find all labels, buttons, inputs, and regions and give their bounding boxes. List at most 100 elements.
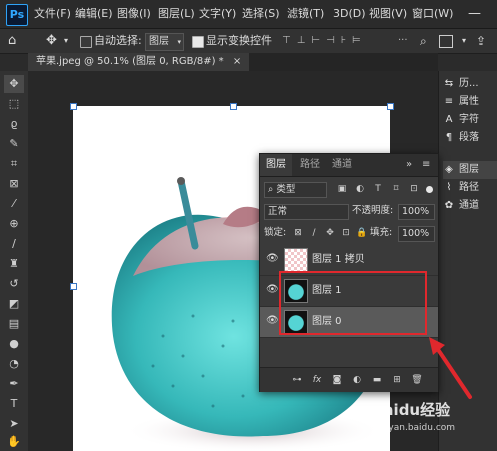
tab-paths[interactable]: 路径 <box>300 154 320 176</box>
crop-tool-icon[interactable]: ⌗ <box>4 155 24 173</box>
eraser-tool-icon[interactable]: ◩ <box>4 295 24 313</box>
opacity-input[interactable]: 100% <box>398 204 435 220</box>
eyedropper-icon[interactable]: ⁄ <box>4 195 24 213</box>
lock-position-icon[interactable]: ✥ <box>324 227 336 239</box>
watermark: Baidu经验 jingyan.baidu.com <box>372 395 492 445</box>
close-icon[interactable]: × <box>233 56 241 67</box>
link-icon[interactable]: ⊶ <box>290 373 304 387</box>
brush-tool-icon[interactable]: ∕ <box>4 235 24 253</box>
new-layer-icon[interactable]: ⊞ <box>390 373 404 387</box>
filter-pixel-icon[interactable]: ▣ <box>336 183 348 195</box>
move-tool-icon[interactable]: ✥ <box>4 75 24 93</box>
menu-image[interactable]: 图像(I) <box>117 0 151 28</box>
filter-toggle-icon[interactable] <box>426 186 433 193</box>
chevron-down-icon: ▾ <box>177 38 181 46</box>
document-tab[interactable]: 苹果.jpeg @ 50.1% (图层 0, RGB/8#) * × <box>28 53 250 71</box>
search-icon: ⌕ <box>268 184 274 195</box>
share-icon[interactable]: ⇪ <box>476 29 486 53</box>
panel-paragraph[interactable]: ¶ 段落 <box>443 129 497 147</box>
adjustment-icon[interactable]: ◐ <box>350 373 364 387</box>
panel-layers[interactable]: ◈ 图层 <box>443 161 497 179</box>
layer-filter-row: ⌕ 类型 ▣ ◐ T ⌑ ⊡ <box>260 178 438 200</box>
menu-view[interactable]: 视图(V) <box>369 0 407 28</box>
fill-input[interactable]: 100% <box>398 226 435 242</box>
healing-brush-icon[interactable]: ⊕ <box>4 215 24 233</box>
align-icons[interactable]: ⊤⊥⊢⊣⊦⊨ <box>282 29 367 53</box>
eye-icon[interactable]: 👁 <box>266 315 279 327</box>
panel-history[interactable]: ⇆ 历... <box>443 75 497 93</box>
blur-tool-icon[interactable]: ● <box>4 335 24 353</box>
type-tool-icon[interactable]: T <box>4 395 24 413</box>
blend-mode-value: 正常 <box>268 206 288 217</box>
show-transform-checkbox[interactable] <box>192 36 204 48</box>
quick-select-icon[interactable]: ✎ <box>4 135 24 153</box>
transform-handle[interactable] <box>70 283 77 290</box>
lasso-tool-icon[interactable]: ϱ <box>4 115 24 133</box>
character-icon: A <box>445 114 453 125</box>
menu-layer[interactable]: 图层(L) <box>158 0 195 28</box>
panel-character-label: 字符 <box>459 114 479 125</box>
highlight-box <box>279 271 427 335</box>
panel-properties[interactable]: ≡ 属性 <box>443 93 497 111</box>
lock-row: 锁定: ⊠ ∕ ✥ ⊡ 🔒 填充: 100% <box>260 222 438 244</box>
chevron-down-icon[interactable]: ▾ <box>64 29 68 53</box>
panel-paths-label: 路径 <box>459 182 479 193</box>
mask-icon[interactable]: ◙ <box>330 373 344 387</box>
panel-menu-icon[interactable]: ≡ <box>422 154 430 176</box>
collapse-icon[interactable]: » <box>406 154 412 176</box>
hand-tool-icon[interactable]: ✋ <box>4 433 24 451</box>
transform-handle[interactable] <box>230 103 237 110</box>
menu-3d[interactable]: 3D(D) <box>333 0 366 28</box>
transform-handle[interactable] <box>70 103 77 110</box>
menu-file[interactable]: 文件(F) <box>34 0 71 28</box>
watermark-url: jingyan.baidu.com <box>372 423 456 433</box>
minimize-icon[interactable]: — <box>468 0 481 28</box>
tools-panel: ✥ ⬚ ϱ ✎ ⌗ ⊠ ⁄ ⊕ ∕ ♜ ↺ ◩ ▤ ● ◔ ✒ T ➤ ✋ <box>0 71 29 451</box>
chevron-down-icon[interactable]: ▾ <box>462 29 466 53</box>
search-icon[interactable]: ⌕ <box>420 29 427 53</box>
lock-all-icon[interactable]: 🔒 <box>356 227 368 239</box>
marquee-tool-icon[interactable]: ⬚ <box>4 95 24 113</box>
path-select-icon[interactable]: ➤ <box>4 415 24 433</box>
home-icon[interactable]: ⌂ <box>8 29 16 53</box>
pen-tool-icon[interactable]: ✒ <box>4 375 24 393</box>
tab-channels[interactable]: 通道 <box>332 154 352 176</box>
menu-edit[interactable]: 编辑(E) <box>75 0 113 28</box>
document-tab-title: 苹果.jpeg @ 50.1% (图层 0, RGB/8#) * <box>36 56 224 67</box>
history-brush-icon[interactable]: ↺ <box>4 275 24 293</box>
opacity-label: 不透明度: <box>352 205 394 216</box>
tab-layers[interactable]: 图层 <box>260 154 292 176</box>
panel-character[interactable]: A 字符 <box>443 111 497 129</box>
panel-channels[interactable]: ✿ 通道 <box>443 197 497 215</box>
more-options-icon[interactable]: ··· <box>398 29 408 53</box>
workspace-icon[interactable] <box>439 35 453 48</box>
auto-select-checkbox[interactable] <box>80 36 92 48</box>
menu-window[interactable]: 窗口(W) <box>412 0 453 28</box>
auto-select-dropdown[interactable]: 图层 ▾ <box>145 33 184 51</box>
blend-mode-dropdown[interactable]: 正常 <box>264 204 349 220</box>
panel-paths[interactable]: ⌇ 路径 <box>443 179 497 197</box>
lock-pixels-icon[interactable]: ⊠ <box>292 227 304 239</box>
dodge-tool-icon[interactable]: ◔ <box>4 355 24 373</box>
lock-brush-icon[interactable]: ∕ <box>308 227 320 239</box>
filter-type-icon[interactable]: T <box>372 183 384 195</box>
move-tool-icon[interactable]: ✥ <box>46 29 57 53</box>
menu-select[interactable]: 选择(S) <box>242 0 280 28</box>
stamp-tool-icon[interactable]: ♜ <box>4 255 24 273</box>
eye-icon[interactable]: 👁 <box>266 284 279 296</box>
frame-tool-icon[interactable]: ⊠ <box>4 175 24 193</box>
layer-filter-dropdown[interactable]: ⌕ 类型 <box>264 182 327 198</box>
lock-artboard-icon[interactable]: ⊡ <box>340 227 352 239</box>
transform-handle[interactable] <box>387 103 394 110</box>
eye-icon[interactable]: 👁 <box>266 253 279 265</box>
menu-type[interactable]: 文字(Y) <box>199 0 236 28</box>
filter-smart-icon[interactable]: ⊡ <box>408 183 420 195</box>
menu-filter[interactable]: 滤镜(T) <box>287 0 324 28</box>
trash-icon[interactable]: 🗑 <box>410 373 424 387</box>
filter-shape-icon[interactable]: ⌑ <box>390 183 402 195</box>
filter-adjust-icon[interactable]: ◐ <box>354 183 366 195</box>
folder-icon[interactable]: ▬ <box>370 373 384 387</box>
panel-channels-label: 通道 <box>459 200 479 211</box>
gradient-tool-icon[interactable]: ▤ <box>4 315 24 333</box>
fx-icon[interactable]: fx <box>310 373 324 387</box>
